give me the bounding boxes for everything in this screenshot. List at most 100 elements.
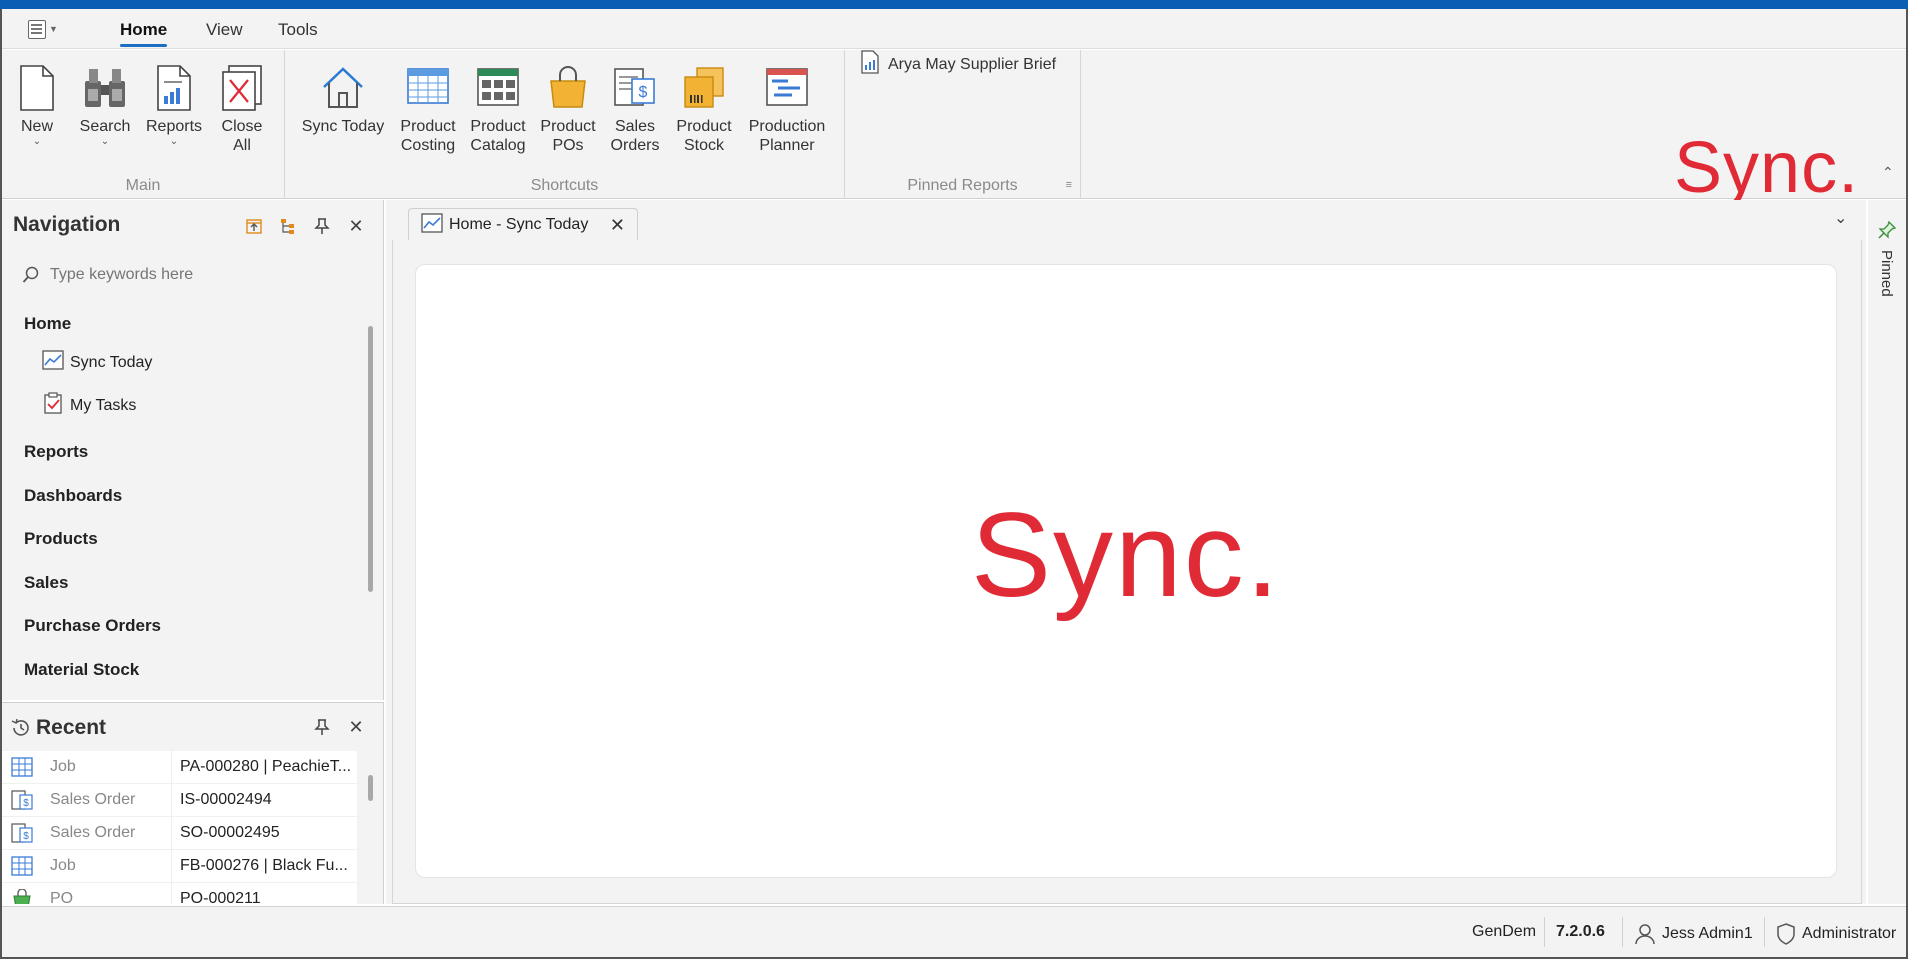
chevron-down-icon: ⌄ <box>100 136 110 147</box>
stock-boxes-icon <box>678 62 730 114</box>
recent-tools: ✕ <box>310 715 368 739</box>
sync-today-card: Sync. <box>415 264 1837 878</box>
nav-section-home[interactable]: Home <box>24 314 71 334</box>
app-menu-button[interactable]: ▼ <box>28 17 64 41</box>
ribbon-group-main: New ⌄ Search ⌄ Reports ⌄ Close All Main <box>2 50 285 199</box>
pinned-report-label: Arya May Supplier Brief <box>888 55 1057 73</box>
nav-item-my-tasks[interactable]: My Tasks <box>42 392 136 419</box>
table-row[interactable]: PO PO-000211 <box>2 882 357 904</box>
sales-order-icon: $ <box>609 62 661 114</box>
dashboard-chart-icon <box>421 212 443 238</box>
close-icon[interactable]: ✕ <box>610 215 625 236</box>
production-planner-label-2: Planner <box>759 137 815 154</box>
chevron-down-icon: ⌄ <box>32 136 42 147</box>
reports-button[interactable]: Reports ⌄ <box>140 62 208 148</box>
shield-icon <box>1777 923 1795 945</box>
navigation-title: Navigation <box>13 213 121 236</box>
recent-ref: PA-000280 | PeachieT... <box>180 758 352 775</box>
sales-orders-button[interactable]: $ Sales Orders <box>603 62 667 155</box>
status-database: GenDem <box>1472 923 1537 940</box>
product-stock-label-1: Product <box>676 118 732 135</box>
chevron-down-icon[interactable]: ⌄ <box>1834 208 1847 228</box>
close-all-button[interactable]: Close All <box>214 62 270 155</box>
user-icon <box>1635 924 1655 945</box>
navigation-panel: Navigation ✕ Home Sync Today My Tasks Re… <box>2 200 384 700</box>
close-icon[interactable]: ✕ <box>344 715 368 739</box>
ribbon-tabs: ▼ Home View Tools <box>2 9 1906 49</box>
nav-section-sales[interactable]: Sales <box>24 573 68 593</box>
title-bar-accent <box>0 0 1908 9</box>
report-icon <box>860 50 880 79</box>
nav-section-material-stock[interactable]: Material Stock <box>24 660 139 680</box>
navigation-search-input[interactable] <box>50 266 340 284</box>
catalog-icon <box>472 62 524 114</box>
tab-home-sync-today[interactable]: Home - Sync Today ✕ <box>408 208 638 241</box>
pinned-side-panel[interactable]: Pinned <box>1868 200 1906 904</box>
table-row[interactable]: $ Sales Order SO-00002495 <box>2 816 357 850</box>
new-document-icon <box>11 62 63 114</box>
planner-icon <box>761 62 813 114</box>
recent-type: Job <box>42 849 172 883</box>
job-icon <box>2 856 42 876</box>
status-role[interactable]: Administrator <box>1776 923 1896 945</box>
pin-icon <box>1877 220 1897 245</box>
search-button[interactable]: Search ⌄ <box>72 62 138 148</box>
product-catalog-button[interactable]: Product Catalog <box>463 62 533 155</box>
group-options-icon[interactable]: ≡ <box>1066 179 1072 191</box>
pin-icon[interactable] <box>310 214 334 238</box>
sync-today-button[interactable]: Sync Today <box>299 62 387 136</box>
close-all-label-1: Close <box>221 118 263 135</box>
status-user[interactable]: Jess Admin1 <box>1634 923 1753 945</box>
chevron-down-icon: ⌄ <box>169 136 179 147</box>
table-row[interactable]: $ Sales Order IS-00002494 <box>2 783 357 817</box>
center-brand-logo: Sync. <box>970 488 1282 622</box>
nav-section-purchase-orders[interactable]: Purchase Orders <box>24 616 161 636</box>
product-pos-button[interactable]: Product POs <box>533 62 603 155</box>
pinned-report-item[interactable]: Arya May Supplier Brief <box>860 50 1056 79</box>
nav-section-dashboards[interactable]: Dashboards <box>24 486 122 506</box>
product-pos-label-2: POs <box>552 137 584 154</box>
tasks-clipboard-icon <box>42 392 64 419</box>
tab-view[interactable]: View <box>206 17 243 49</box>
chevron-down-icon: ▼ <box>49 24 58 34</box>
ribbon-group-shortcuts: Sync Today Product Costing Product Catal… <box>285 50 845 199</box>
recent-scrollbar[interactable] <box>368 775 373 801</box>
tree-view-icon[interactable] <box>276 214 300 238</box>
search-label: Search <box>79 118 131 135</box>
status-divider <box>1622 917 1623 947</box>
tab-tools[interactable]: Tools <box>278 17 318 49</box>
close-all-label-2: All <box>233 137 251 154</box>
product-costing-button[interactable]: Product Costing <box>393 62 463 155</box>
svg-text:$: $ <box>639 84 648 101</box>
history-icon <box>10 717 32 744</box>
pin-icon[interactable] <box>310 715 334 739</box>
nav-item-sync-today[interactable]: Sync Today <box>42 350 152 375</box>
recent-ref: IS-00002494 <box>180 791 272 808</box>
collapse-ribbon-icon[interactable]: ⌃ <box>1882 164 1894 181</box>
status-bar: GenDem 7.2.0.6 Jess Admin1 Administrator <box>2 906 1906 957</box>
production-planner-button[interactable]: Production Planner <box>743 62 831 155</box>
recent-panel: Recent ✕ Job PA-000280 | PeachieT... $ S… <box>2 702 384 904</box>
tab-home[interactable]: Home <box>120 17 168 49</box>
close-icon[interactable]: ✕ <box>344 214 368 238</box>
collapse-all-icon[interactable] <box>242 214 266 238</box>
sales-order-icon: $ <box>2 822 42 844</box>
reports-label: Reports <box>145 118 203 135</box>
nav-section-products[interactable]: Products <box>24 529 98 549</box>
nav-item-label: Sync Today <box>70 353 153 371</box>
new-label: New <box>20 118 53 135</box>
document-area: Home - Sync Today ✕ ⌄ Sync. <box>386 200 1866 904</box>
status-version: 7.2.0.6 <box>1556 923 1605 940</box>
table-row[interactable]: Job PA-000280 | PeachieT... <box>2 750 357 784</box>
recent-title: Recent <box>36 716 107 739</box>
table-row[interactable]: Job FB-000276 | Black Fu... <box>2 849 357 883</box>
nav-section-reports[interactable]: Reports <box>24 442 88 462</box>
new-button[interactable]: New ⌄ <box>12 62 62 148</box>
production-planner-label-1: Production <box>748 118 826 135</box>
grid-icon <box>402 62 454 114</box>
navigation-scrollbar[interactable] <box>368 326 373 592</box>
navigation-tools: ✕ <box>242 214 368 238</box>
recent-type: Job <box>42 750 172 784</box>
reports-icon <box>148 62 200 114</box>
product-stock-button[interactable]: Product Stock <box>669 62 739 155</box>
